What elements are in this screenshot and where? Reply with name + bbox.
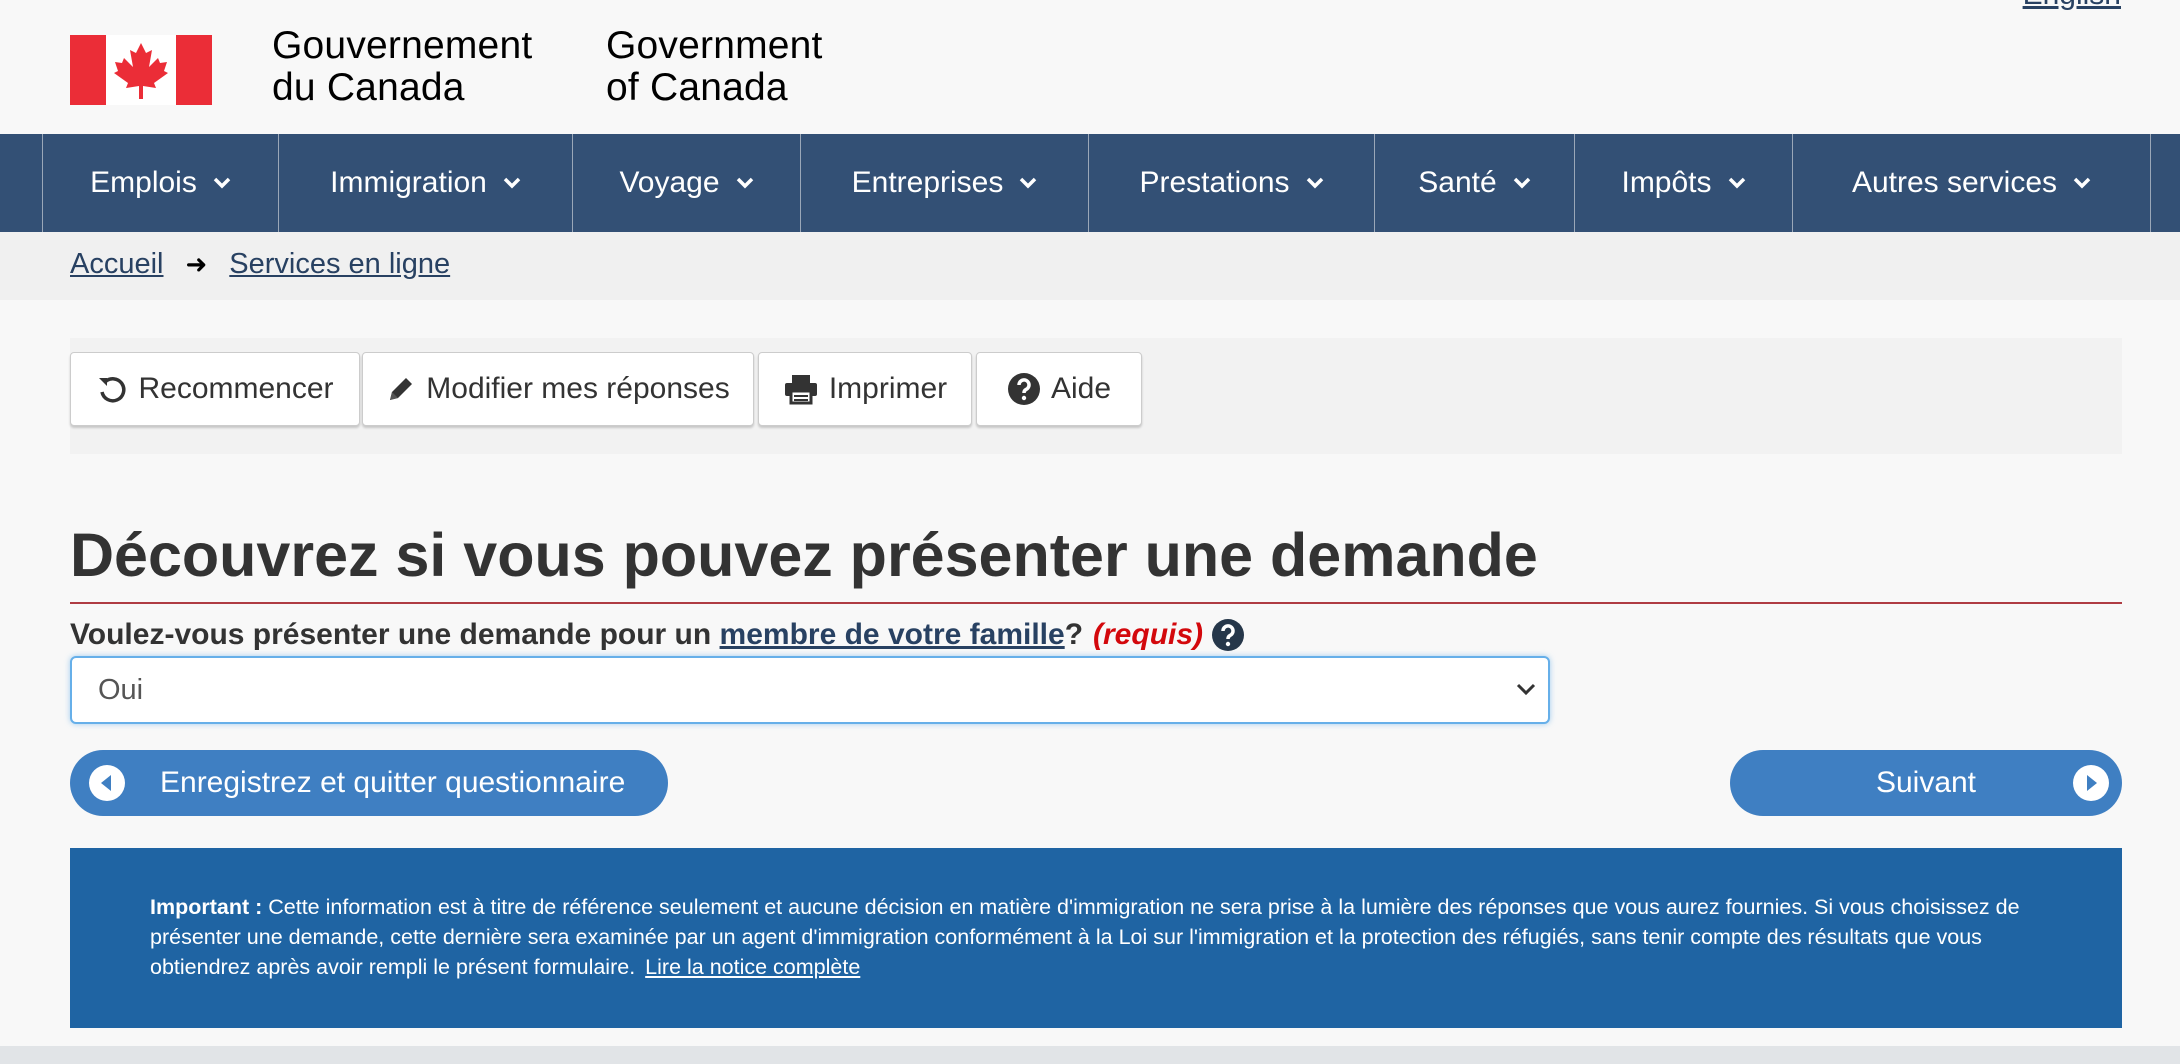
breadcrumb-link-accueil[interactable]: Accueil [70, 248, 164, 281]
important-notice: Important : Cette information est à titr… [70, 848, 2122, 1028]
question-help-icon[interactable] [1211, 618, 1245, 652]
chevron-down-icon [213, 177, 231, 189]
arrow-right-circle-icon [2073, 765, 2109, 801]
menu-item-immigration[interactable]: Immigration [279, 134, 573, 232]
question-label: Voulez-vous présenter une demande pour u… [70, 618, 1245, 652]
family-member-link[interactable]: membre de votre famille [720, 618, 1065, 652]
save-and-quit-button[interactable]: Enregistrez et quitter questionnaire [70, 750, 668, 816]
language-toggle-link[interactable]: English [2023, 0, 2121, 12]
menu-item-autres-services[interactable]: Autres services [1793, 134, 2151, 232]
chevron-down-icon [1728, 177, 1745, 189]
required-indicator: (requis) [1093, 618, 1204, 651]
menu-item-impots[interactable]: Impôts [1575, 134, 1793, 232]
breadcrumb-bar: Accueil ➜ Services en ligne [0, 232, 2180, 300]
breadcrumb: Accueil ➜ Services en ligne [70, 248, 450, 281]
notice-important-label: Important : [150, 895, 263, 919]
question-circle-icon [1007, 373, 1040, 405]
menu-item-entreprises[interactable]: Entreprises [801, 134, 1089, 232]
full-notice-link[interactable]: Lire la notice complète [645, 955, 860, 979]
canada-flag-icon [70, 35, 212, 105]
pencil-icon [390, 378, 413, 400]
menu-spacer [0, 134, 43, 232]
site-header: Gouvernement du Canada Government of Can… [0, 0, 2180, 134]
title-divider [70, 602, 2122, 604]
chevron-down-icon [503, 177, 521, 189]
menu-item-sante[interactable]: Santé [1375, 134, 1575, 232]
restart-button[interactable]: Recommencer [70, 352, 360, 426]
edit-answers-button[interactable]: Modifier mes réponses [362, 352, 754, 426]
breadcrumb-separator-icon: ➜ [185, 249, 208, 279]
print-button[interactable]: Imprimer [758, 352, 972, 426]
action-toolbar: Recommencer Modifier mes réponses Imprim… [70, 338, 2122, 454]
notice-text: Cette information est à titre de référen… [150, 895, 2020, 979]
government-signature-en[interactable]: Government of Canada [606, 25, 823, 109]
printer-icon [784, 375, 817, 405]
chevron-down-icon [736, 177, 753, 189]
help-button[interactable]: Aide [976, 352, 1142, 426]
chevron-down-icon [1516, 683, 1536, 696]
government-signature-fr[interactable]: Gouvernement du Canada [272, 25, 532, 109]
restart-icon [99, 377, 126, 403]
breadcrumb-link-services-en-ligne[interactable]: Services en ligne [229, 248, 450, 281]
menu-item-prestations[interactable]: Prestations [1089, 134, 1375, 232]
menu-item-voyage[interactable]: Voyage [573, 134, 801, 232]
family-member-select[interactable]: Oui [70, 656, 1550, 724]
chevron-down-icon [1306, 177, 1323, 189]
chevron-down-icon [2073, 177, 2091, 189]
arrow-left-circle-icon [89, 765, 125, 801]
next-button[interactable]: Suivant [1730, 750, 2122, 816]
page-title: Découvrez si vous pouvez présenter une d… [70, 521, 1538, 589]
menu-item-emplois[interactable]: Emplois [43, 134, 279, 232]
chevron-down-icon [1513, 177, 1530, 189]
main-menu: Emplois Immigration Voyage Entreprises P… [0, 134, 2180, 232]
chevron-down-icon [1020, 177, 1037, 189]
footer-strip [0, 1046, 2180, 1064]
